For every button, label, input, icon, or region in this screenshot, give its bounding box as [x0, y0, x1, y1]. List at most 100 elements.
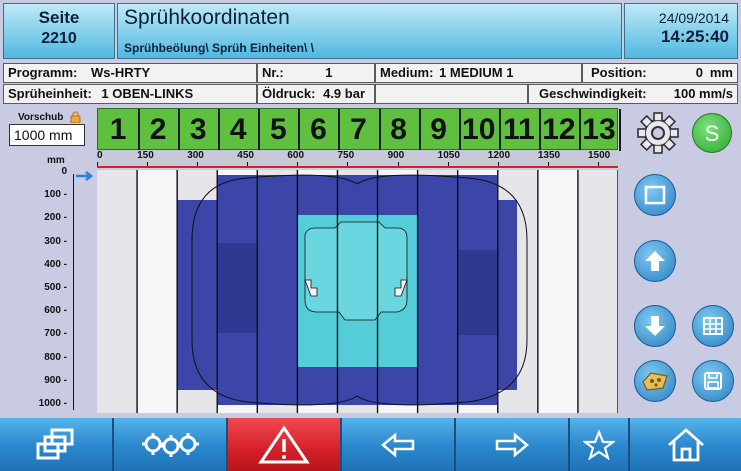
position-arrow-icon: [76, 171, 94, 181]
page-number-box: Seite 2210: [3, 3, 115, 59]
arrow-down-icon: [645, 316, 665, 336]
position-unit: mm: [709, 65, 733, 80]
y-tick-label: 1000 -: [38, 398, 67, 409]
programm-field: Programm: Ws-HRTY: [3, 63, 257, 83]
spruheinheit-value: 1 OBEN-LINKS: [101, 86, 194, 101]
x-tick-mark: [97, 162, 98, 166]
speed-label: Geschwindigkeit:: [539, 86, 647, 101]
y-tick-label: 100 -: [44, 189, 67, 201]
square-button[interactable]: [634, 174, 676, 216]
y-tick-label: 200 -: [44, 212, 67, 224]
grid-icon: [703, 317, 723, 335]
x-tick-label: 1200: [487, 150, 511, 161]
spray-column-4[interactable]: 4: [218, 109, 261, 151]
x-tick-label: 1350: [537, 150, 561, 161]
next-button[interactable]: [456, 418, 570, 471]
page-title: Sprühkoordinaten: [124, 6, 290, 29]
medium-field: Medium: 1 MEDIUM 1: [375, 63, 582, 83]
x-tick-mark: [147, 162, 149, 166]
nr-value: 1: [325, 65, 333, 80]
x-tick-label: 600: [287, 150, 305, 161]
x-tick-label: 1050: [437, 150, 460, 161]
x-tick-mark: [247, 162, 249, 166]
settings-button[interactable]: [636, 111, 680, 155]
spray-column-1[interactable]: 1: [98, 109, 141, 151]
bottom-nav: [0, 418, 741, 471]
spray-column-10[interactable]: 10: [459, 109, 501, 151]
oeldruck-field: Öldruck: 4.9 bar: [257, 84, 375, 104]
spray-plot-canvas: [97, 170, 618, 413]
programm-label: Programm:: [8, 65, 78, 80]
spray-plot: [97, 170, 618, 413]
x-tick-label: 0: [97, 150, 103, 161]
star-icon: [583, 429, 615, 460]
oeldruck-value: 4.9 bar: [323, 86, 366, 101]
speed-value: 100 mm/s: [673, 86, 733, 101]
spray-column-9[interactable]: 9: [419, 109, 461, 151]
x-tick-mark: [347, 162, 349, 166]
spray-zone-inner-right: [457, 250, 497, 335]
position-label: Position:: [591, 65, 647, 80]
speed-field: Geschwindigkeit: 100 mm/s: [528, 84, 738, 104]
y-scale: 0 100 - 200 - 300 - 400 - 500 - 600 - 700 - 800 …: [0, 166, 97, 415]
spray-column-5[interactable]: 5: [258, 109, 301, 151]
empty-field: [375, 84, 528, 104]
nr-label: Nr.:: [262, 65, 284, 80]
gears-icon: [142, 432, 199, 457]
home-icon: [667, 427, 704, 461]
part-icon: [642, 372, 668, 391]
up-button[interactable]: [634, 240, 676, 282]
favorite-button[interactable]: [570, 418, 630, 471]
vorschub-input[interactable]: 1000 mm: [9, 124, 85, 146]
x-tick-mark: [597, 162, 599, 166]
spray-column-13[interactable]: 13: [579, 109, 621, 151]
save-button[interactable]: [692, 360, 734, 402]
grid-button[interactable]: [692, 305, 734, 347]
time: 14:25:40: [660, 27, 729, 46]
spray-column-7[interactable]: 7: [338, 109, 381, 151]
y-tick-label: 900 -: [44, 374, 67, 386]
down-button[interactable]: [634, 305, 676, 347]
alarm-button[interactable]: [228, 418, 342, 471]
datetime-box: 24/09/2014 14:25:40: [624, 3, 738, 59]
arrow-up-icon: [645, 251, 665, 271]
part-button[interactable]: [634, 360, 676, 402]
spray-columns-bar: 1 2 3 4 5 6 7 8 9 10 11 12 13: [97, 108, 621, 151]
spray-column-12[interactable]: 12: [539, 109, 581, 151]
y-tick-label: 800 -: [44, 351, 67, 363]
y-unit-label: mm: [47, 155, 65, 166]
x-tick-label: 750: [337, 150, 355, 161]
part-contour-inner: [304, 221, 408, 321]
y-tick-label: 600 -: [44, 305, 67, 317]
spray-column-11[interactable]: 11: [499, 109, 541, 151]
spruheinheit-field: Sprüheinheit: 1 OBEN-LINKS: [3, 84, 257, 104]
page-label: Seite: [38, 8, 80, 27]
lock-icon: [70, 110, 81, 124]
spray-column-3[interactable]: 3: [178, 109, 221, 151]
previous-button[interactable]: [342, 418, 456, 471]
y-tick-label: 400 -: [44, 258, 67, 270]
windows-button[interactable]: [0, 418, 114, 471]
x-tick-mark: [547, 162, 549, 166]
x-scale: 0 150 300 450 600 750 900 1050 1200 1350 1500: [97, 150, 618, 168]
warning-icon: [258, 424, 310, 463]
floppy-icon: [704, 372, 722, 390]
programm-value: Ws-HRTY: [90, 65, 151, 80]
medium-value: 1 MEDIUM 1: [439, 65, 514, 80]
x-tick-label: 300: [187, 150, 204, 161]
gear-icon: [637, 112, 679, 154]
s-button[interactable]: S: [692, 113, 732, 153]
spray-column-2[interactable]: 2: [138, 109, 181, 151]
spray-zone-inner-left: [217, 243, 257, 333]
machine-settings-button[interactable]: [114, 418, 228, 471]
nr-field: Nr.: 1: [257, 63, 375, 83]
x-tick-label: 900: [387, 150, 405, 161]
x-tick-mark: [447, 162, 449, 166]
x-tick-label: 1500: [587, 150, 611, 161]
x-tick-mark: [197, 162, 199, 166]
home-button[interactable]: [630, 418, 741, 471]
y-tick-label: 700 -: [44, 328, 67, 340]
spray-column-6[interactable]: 6: [298, 109, 341, 151]
spray-column-8[interactable]: 8: [379, 109, 421, 151]
title-box: Sprühkoordinaten Sprühbeölung\ Sprüh Ein…: [117, 3, 622, 59]
